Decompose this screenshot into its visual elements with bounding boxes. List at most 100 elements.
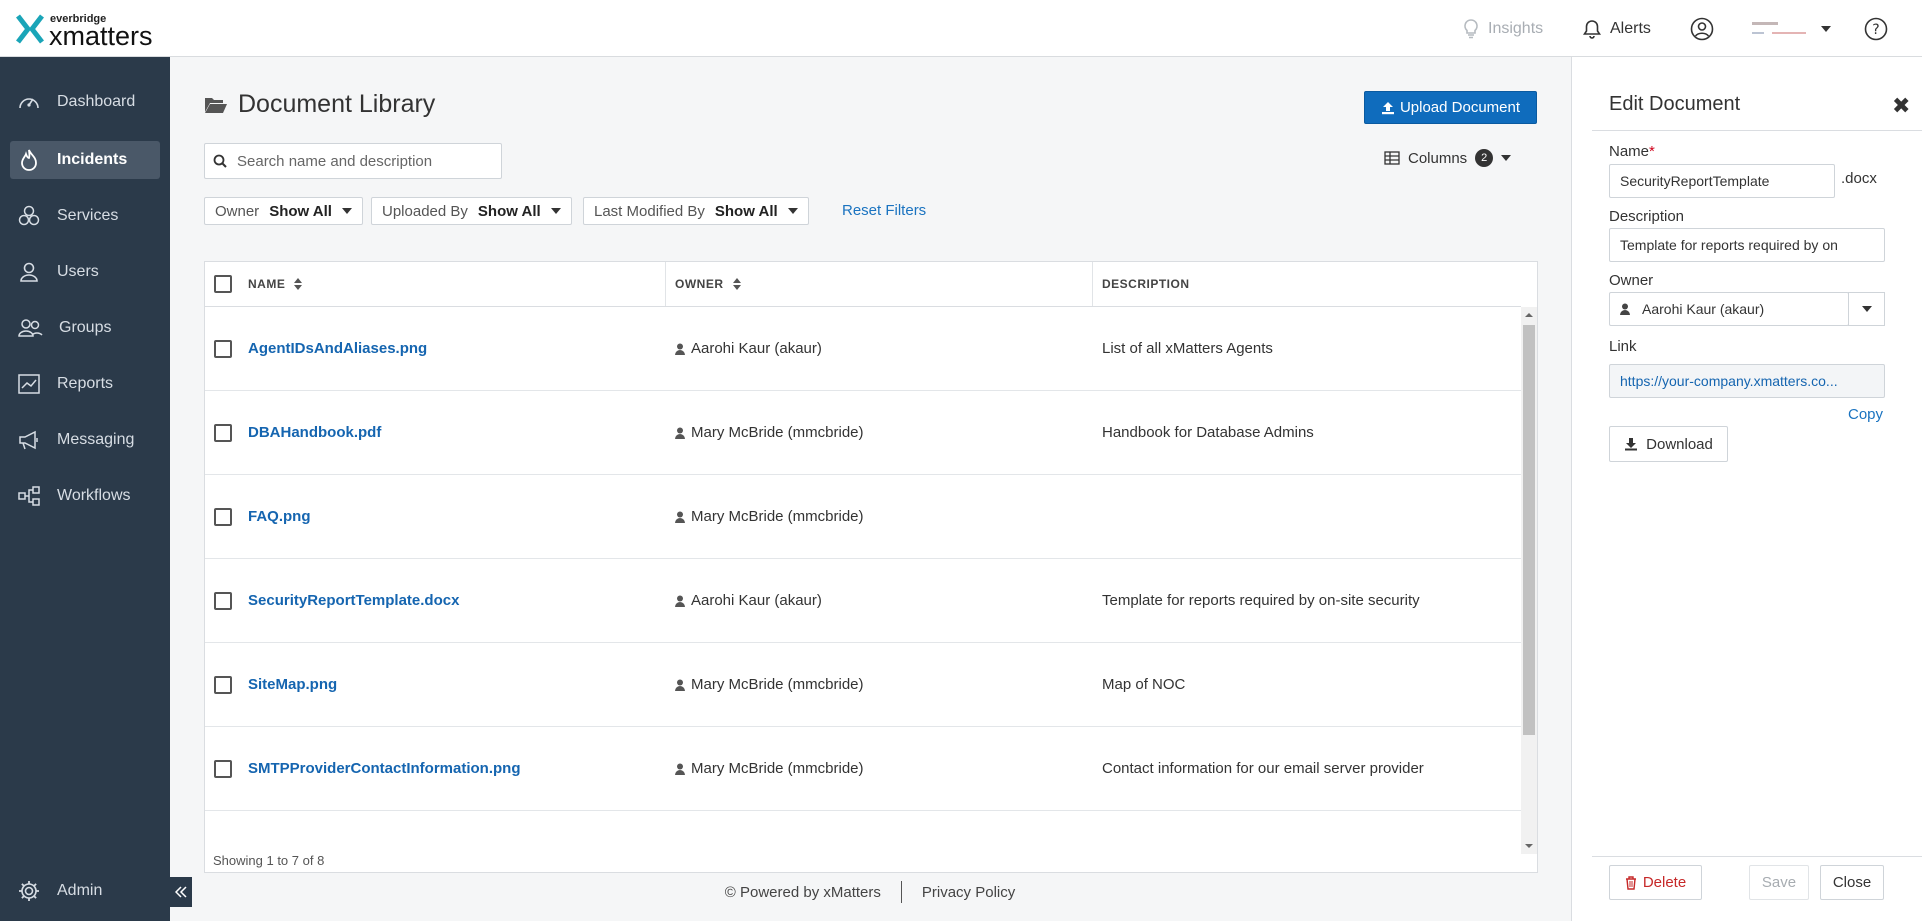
name-column-header[interactable]: NAME xyxy=(248,262,303,306)
sidebar-item-label: Services xyxy=(57,207,119,224)
insights-link[interactable]: Insights xyxy=(1462,0,1543,57)
owner-dropdown-toggle[interactable] xyxy=(1848,292,1885,326)
table-row[interactable]: DBAHandbook.pdf Mary McBride (mmcbride) … xyxy=(205,391,1521,475)
row-checkbox[interactable] xyxy=(214,424,232,442)
column-divider xyxy=(665,262,666,306)
download-button[interactable]: Download xyxy=(1609,426,1728,462)
search-input[interactable] xyxy=(235,151,475,171)
document-name-link[interactable]: SMTPProviderContactInformation.png xyxy=(248,760,521,777)
document-name-link[interactable]: FAQ.png xyxy=(248,508,311,525)
page-title-text: Document Library xyxy=(238,90,436,118)
description-column-header: DESCRIPTION xyxy=(1102,262,1190,306)
reset-filters-link[interactable]: Reset Filters xyxy=(842,202,926,219)
select-all-checkbox[interactable] xyxy=(214,275,232,293)
description-label: Description xyxy=(1609,208,1685,225)
user-icon xyxy=(20,262,38,282)
sidebar-item-reports[interactable]: Reports xyxy=(10,365,160,403)
download-icon xyxy=(1625,438,1638,451)
panel-title: Edit Document xyxy=(1609,93,1741,115)
privacy-policy-link[interactable]: Privacy Policy xyxy=(922,884,1015,901)
help-button[interactable]: ? xyxy=(1864,0,1896,57)
trash-icon xyxy=(1625,875,1636,890)
search-box xyxy=(204,143,502,179)
sort-icon xyxy=(732,278,741,290)
sidebar-item-admin[interactable]: Admin xyxy=(10,872,160,910)
link-field-value: https://your-company.xmatters.co... xyxy=(1620,373,1838,389)
filter-value: Show All xyxy=(714,202,778,220)
document-description: Template for reports required by on-site… xyxy=(1102,592,1420,609)
owner-filter[interactable]: Owner Show All xyxy=(204,197,363,225)
flame-icon xyxy=(21,149,37,171)
page-title: Document Library xyxy=(204,90,435,119)
copy-link[interactable]: Copy xyxy=(1848,406,1883,423)
workflow-icon xyxy=(18,486,40,506)
row-checkbox[interactable] xyxy=(214,676,232,694)
document-name-link[interactable]: DBAHandbook.pdf xyxy=(248,424,381,441)
table-row[interactable]: SiteMap.png Mary McBride (mmcbride) Map … xyxy=(205,643,1521,727)
table-row[interactable]: AgentIDsAndAliases.png Aarohi Kaur (akau… xyxy=(205,307,1521,391)
owner-text: Aarohi Kaur (akaur) xyxy=(691,592,822,609)
user-icon xyxy=(675,511,685,523)
sort-icon xyxy=(294,278,303,290)
columns-count-badge: 2 xyxy=(1475,149,1494,167)
row-checkbox[interactable] xyxy=(214,508,232,526)
user-menu[interactable] xyxy=(1690,0,1840,57)
owner-column-header[interactable]: OWNER xyxy=(675,262,742,306)
upload-document-button[interactable]: Upload Document xyxy=(1364,91,1537,124)
save-button[interactable]: Save xyxy=(1749,865,1809,900)
document-description: Handbook for Database Admins xyxy=(1102,424,1314,441)
sidebar-item-groups[interactable]: Groups xyxy=(10,309,160,347)
columns-menu[interactable]: Columns 2 xyxy=(1384,149,1512,167)
table-row[interactable]: FAQ.png Mary McBride (mmcbride) xyxy=(205,475,1521,559)
sidebar-item-services[interactable]: Services xyxy=(10,197,160,235)
document-name-link[interactable]: AgentIDsAndAliases.png xyxy=(248,340,427,357)
file-extension: .docx xyxy=(1841,170,1877,187)
close-button[interactable]: Close xyxy=(1820,865,1884,900)
edit-document-panel: Edit Document ✖ Name* SecurityReportTemp… xyxy=(1571,57,1922,921)
last-modified-by-filter[interactable]: Last Modified By Show All xyxy=(583,197,809,225)
row-checkbox[interactable] xyxy=(214,340,232,358)
link-label: Link xyxy=(1609,338,1637,355)
document-description: Contact information for our email server… xyxy=(1102,760,1424,777)
svg-text:?: ? xyxy=(1872,22,1879,38)
user-circle-icon xyxy=(1690,17,1714,40)
delete-button[interactable]: Delete xyxy=(1609,865,1702,900)
row-checkbox[interactable] xyxy=(214,760,232,778)
owner-text: Mary McBride (mmcbride) xyxy=(691,760,864,777)
sidebar-item-messaging[interactable]: Messaging xyxy=(10,421,160,459)
filter-value: Show All xyxy=(477,202,541,220)
table-scrollbar[interactable] xyxy=(1521,307,1537,854)
sidebar-item-users[interactable]: Users xyxy=(10,253,160,291)
user-name-blurred xyxy=(1752,21,1806,34)
documents-table: NAME OWNER DESCRIPTION AgentIDsAndAliase… xyxy=(204,261,1538,873)
sidebar-item-workflows[interactable]: Workflows xyxy=(10,477,160,515)
document-name-link[interactable]: SecurityReportTemplate.docx xyxy=(248,592,459,609)
user-icon xyxy=(675,343,685,355)
bell-icon xyxy=(1583,19,1601,39)
owner-text: Mary McBride (mmcbride) xyxy=(691,508,864,525)
caret-down-icon xyxy=(1821,25,1831,32)
document-name-link[interactable]: SiteMap.png xyxy=(248,676,337,693)
sidebar-item-incidents[interactable]: Incidents xyxy=(10,141,160,179)
row-checkbox[interactable] xyxy=(214,592,232,610)
upload-icon xyxy=(1381,101,1394,114)
panel-close-icon[interactable]: ✖ xyxy=(1892,93,1910,119)
table-row[interactable]: SMTPProviderContactInformation.png Mary … xyxy=(205,727,1521,811)
description-field[interactable]: Template for reports required by on xyxy=(1609,228,1885,262)
sidebar-item-label: Workflows xyxy=(57,487,131,504)
caret-down-icon xyxy=(787,208,798,214)
table-row[interactable]: SecurityReportTemplate.docx Aarohi Kaur … xyxy=(205,559,1521,643)
owner-select[interactable]: Aarohi Kaur (akaur) xyxy=(1609,292,1849,326)
name-field-value: SecurityReportTemplate xyxy=(1620,173,1770,189)
sidebar-item-dashboard[interactable]: Dashboard xyxy=(10,83,160,121)
filter-label: Uploaded By xyxy=(382,202,468,220)
owner-header-label: OWNER xyxy=(675,277,724,291)
alerts-link[interactable]: Alerts xyxy=(1582,0,1651,57)
scrollbar-thumb[interactable] xyxy=(1523,325,1535,735)
uploaded-by-filter[interactable]: Uploaded By Show All xyxy=(371,197,572,225)
sidebar-item-label: Dashboard xyxy=(57,93,136,110)
name-field[interactable]: SecurityReportTemplate xyxy=(1609,164,1835,198)
user-icon xyxy=(1620,303,1630,315)
link-field[interactable]: https://your-company.xmatters.co... xyxy=(1609,364,1885,398)
document-owner: Mary McBride (mmcbride) xyxy=(675,424,864,441)
